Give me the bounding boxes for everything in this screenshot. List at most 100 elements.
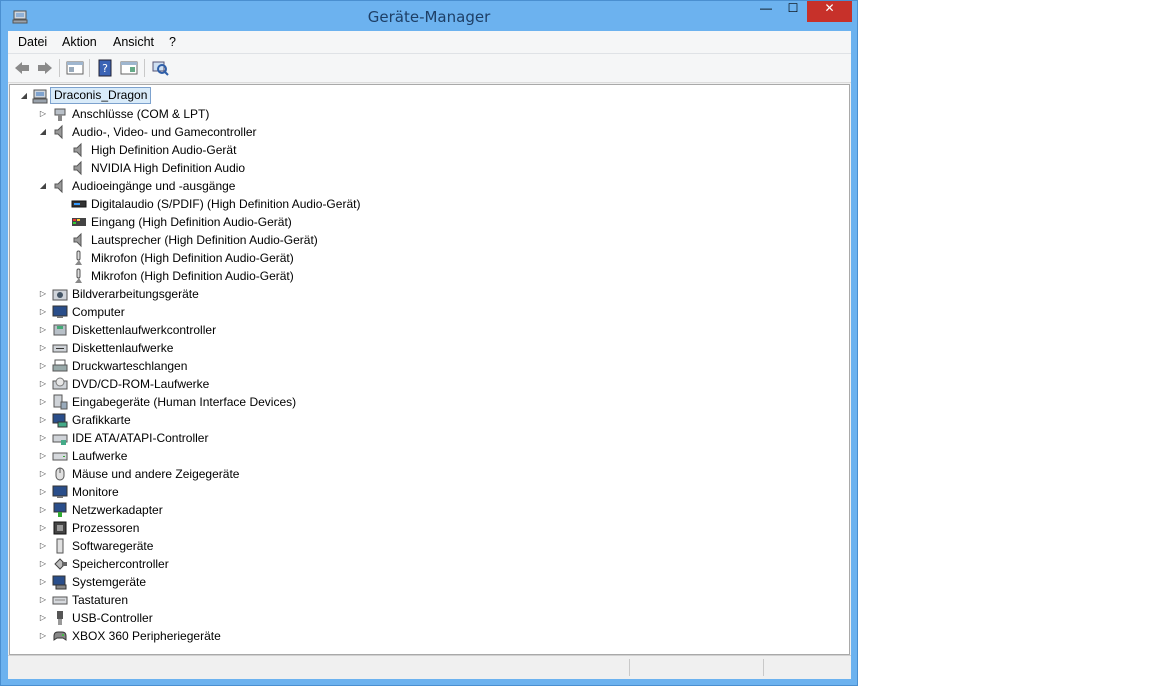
- expand-arrow-icon[interactable]: ▷: [39, 465, 47, 483]
- device-manager-window: Geräte-Manager — ☐ ✕ Datei Aktion Ansich…: [0, 0, 858, 686]
- expand-arrow-icon[interactable]: ▷: [39, 609, 47, 627]
- maximize-button[interactable]: ☐: [780, 1, 806, 22]
- minimize-button[interactable]: —: [753, 1, 779, 22]
- tree-category-row[interactable]: ▷ Tastaturen: [10, 591, 810, 609]
- expand-arrow-icon[interactable]: ▷: [39, 393, 47, 411]
- tree-category-row[interactable]: ▷ Laufwerke: [10, 447, 810, 465]
- svg-text:?: ?: [102, 62, 108, 75]
- monitor-icon: [52, 484, 68, 500]
- tree-item-label: Speichercontroller: [72, 557, 169, 571]
- tree-item-label: Bildverarbeitungsgeräte: [72, 287, 199, 301]
- expand-arrow-icon[interactable]: ▷: [39, 537, 47, 555]
- menu-ansicht[interactable]: Ansicht: [113, 35, 154, 49]
- toolbar-separator: [89, 59, 90, 77]
- collapse-arrow-icon[interactable]: ◢: [39, 123, 47, 141]
- expand-arrow-icon[interactable]: ▷: [39, 483, 47, 501]
- microphone-icon: [71, 268, 87, 284]
- expand-arrow-icon[interactable]: ▷: [39, 375, 47, 393]
- tree-device-row[interactable]: Mikrofon (High Definition Audio-Gerät): [10, 249, 810, 267]
- speaker-icon: [71, 232, 87, 248]
- tree-category-row[interactable]: ▷ Grafikkarte: [10, 411, 810, 429]
- tree-category-row[interactable]: ▷ Softwaregeräte: [10, 537, 810, 555]
- tree-item-label: Lautsprecher (High Definition Audio-Gerä…: [91, 233, 318, 247]
- tree-category-row[interactable]: ▷ Monitore: [10, 483, 810, 501]
- floppy-drive-icon: [52, 340, 68, 356]
- speaker-icon: [52, 178, 68, 194]
- tree-category-row[interactable]: ▷ DVD/CD-ROM-Laufwerke: [10, 375, 810, 393]
- forward-arrow-icon[interactable]: [36, 59, 54, 77]
- tree-category-row[interactable]: ◢ Audioeingänge und -ausgänge: [10, 177, 810, 195]
- tree-item-label: Eingabegeräte (Human Interface Devices): [72, 395, 297, 409]
- expand-arrow-icon[interactable]: ▷: [39, 555, 47, 573]
- tree-item-label: High Definition Audio-Gerät: [91, 143, 237, 157]
- status-bar: [8, 655, 851, 678]
- show-hide-tree-icon[interactable]: [66, 59, 84, 77]
- menu-aktion[interactable]: Aktion: [62, 35, 97, 49]
- help-icon[interactable]: ?: [96, 59, 114, 77]
- toolbar-separator: [59, 59, 60, 77]
- collapse-arrow-icon[interactable]: ◢: [20, 87, 28, 105]
- scan-hardware-icon[interactable]: [151, 59, 169, 77]
- tree-category-row[interactable]: ▷ Computer: [10, 303, 810, 321]
- tree-category-row[interactable]: ▷ XBOX 360 Peripheriegeräte: [10, 627, 810, 645]
- device-tree[interactable]: ◢ Draconis_Dragon ▷ Anschlüsse (COM & LPT) ◢…: [9, 84, 850, 655]
- expand-arrow-icon[interactable]: ▷: [39, 357, 47, 375]
- tree-item-label: Laufwerke: [72, 449, 128, 463]
- tree-category-row[interactable]: ▷ Diskettenlaufwerkcontroller: [10, 321, 810, 339]
- tree-device-row[interactable]: Digitalaudio (S/PDIF) (High Definition A…: [10, 195, 810, 213]
- expand-arrow-icon[interactable]: ▷: [39, 321, 47, 339]
- usb-icon: [52, 610, 68, 626]
- expand-arrow-icon[interactable]: ▷: [39, 303, 47, 321]
- tree-root-label: Draconis_Dragon: [50, 87, 152, 104]
- tree-item-label: Audioeingänge und -ausgänge: [72, 179, 236, 193]
- tree-category-row[interactable]: ▷ USB-Controller: [10, 609, 810, 627]
- tree-item-label: Prozessoren: [72, 521, 140, 535]
- tree-category-row[interactable]: ▷ Systemgeräte: [10, 573, 810, 591]
- expand-arrow-icon[interactable]: ▷: [39, 339, 47, 357]
- menu-help[interactable]: ?: [169, 35, 176, 49]
- expand-arrow-icon[interactable]: ▷: [39, 105, 47, 123]
- processor-icon: [52, 520, 68, 536]
- expand-arrow-icon[interactable]: ▷: [39, 447, 47, 465]
- tree-item-label: Netzwerkadapter: [72, 503, 163, 517]
- close-icon: ✕: [824, 1, 835, 15]
- properties-icon[interactable]: [120, 59, 138, 77]
- tree-category-row[interactable]: ▷ Bildverarbeitungsgeräte: [10, 285, 810, 303]
- tree-category-row[interactable]: ▷ Netzwerkadapter: [10, 501, 810, 519]
- tree-item-label: Eingang (High Definition Audio-Gerät): [91, 215, 292, 229]
- tree-item-label: Diskettenlaufwerke: [72, 341, 174, 355]
- expand-arrow-icon[interactable]: ▷: [39, 591, 47, 609]
- tree-category-row[interactable]: ▷ Mäuse und andere Zeigegeräte: [10, 465, 810, 483]
- tree-category-row[interactable]: ▷ Prozessoren: [10, 519, 810, 537]
- expand-arrow-icon[interactable]: ▷: [39, 627, 47, 645]
- tree-device-row[interactable]: Eingang (High Definition Audio-Gerät): [10, 213, 810, 231]
- tree-category-row[interactable]: ▷ Druckwarteschlangen: [10, 357, 810, 375]
- expand-arrow-icon[interactable]: ▷: [39, 429, 47, 447]
- tree-device-row[interactable]: High Definition Audio-Gerät: [10, 141, 810, 159]
- tree-category-row[interactable]: ▷ Anschlüsse (COM & LPT): [10, 105, 810, 123]
- tree-category-row[interactable]: ▷ Diskettenlaufwerke: [10, 339, 810, 357]
- camera-icon: [52, 286, 68, 302]
- menu-datei[interactable]: Datei: [18, 35, 47, 49]
- expand-arrow-icon[interactable]: ▷: [39, 285, 47, 303]
- tree-category-row[interactable]: ▷ IDE ATA/ATAPI-Controller: [10, 429, 810, 447]
- tree-device-row[interactable]: NVIDIA High Definition Audio: [10, 159, 810, 177]
- expand-arrow-icon[interactable]: ▷: [39, 519, 47, 537]
- tree-item-label: Mikrofon (High Definition Audio-Gerät): [91, 251, 294, 265]
- close-button[interactable]: ✕: [807, 1, 852, 22]
- back-arrow-icon[interactable]: [13, 59, 31, 77]
- tree-item-label: Monitore: [72, 485, 119, 499]
- tree-category-row[interactable]: ◢ Audio-, Video- und Gamecontroller: [10, 123, 810, 141]
- expand-arrow-icon[interactable]: ▷: [39, 501, 47, 519]
- tree-item-label: Anschlüsse (COM & LPT): [72, 107, 210, 121]
- tree-device-row[interactable]: Lautsprecher (High Definition Audio-Gerä…: [10, 231, 810, 249]
- tree-category-row[interactable]: ▷ Speichercontroller: [10, 555, 810, 573]
- tree-root-row[interactable]: ◢ Draconis_Dragon: [10, 87, 810, 105]
- title-bar[interactable]: Geräte-Manager — ☐ ✕: [1, 1, 857, 31]
- tree-device-row[interactable]: Mikrofon (High Definition Audio-Gerät): [10, 267, 810, 285]
- expand-arrow-icon[interactable]: ▷: [39, 573, 47, 591]
- tree-item-label: Grafikkarte: [72, 413, 131, 427]
- collapse-arrow-icon[interactable]: ◢: [39, 177, 47, 195]
- expand-arrow-icon[interactable]: ▷: [39, 411, 47, 429]
- tree-category-row[interactable]: ▷ Eingabegeräte (Human Interface Devices): [10, 393, 810, 411]
